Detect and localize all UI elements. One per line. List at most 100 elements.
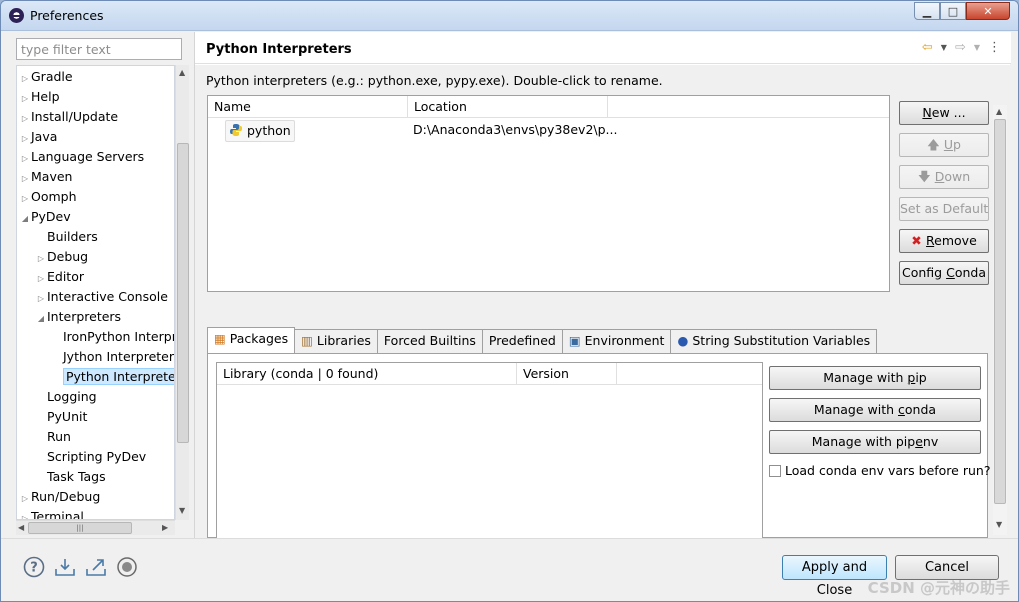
tree-item[interactable]: ▷ Install/Update xyxy=(19,107,118,127)
tree-item[interactable]: ▷ Editor xyxy=(35,267,84,287)
tree-item[interactable]: ◢ Interpreters xyxy=(35,307,121,327)
tree-item[interactable]: Builders xyxy=(35,227,98,247)
interpreter-name-cell[interactable]: python xyxy=(225,120,295,142)
remove-button[interactable]: ✖ Remove xyxy=(899,229,989,253)
tree-item[interactable]: ◢ PyDev xyxy=(19,207,71,227)
tree-item[interactable]: Python Interpreter xyxy=(51,367,174,387)
dialog-footer: ? Apply and Close Cancel CSDN @元神の助手 xyxy=(1,538,1018,601)
tree-item-label: Interpreters xyxy=(47,309,122,324)
scroll-left-icon[interactable]: ◀ xyxy=(18,523,24,532)
page-description: Python interpreters (e.g.: python.exe, p… xyxy=(206,73,663,88)
expand-icon[interactable]: ▷ xyxy=(19,489,31,509)
down-button[interactable]: 🡇 Down xyxy=(899,165,989,189)
up-button[interactable]: 🡅 Up xyxy=(899,133,989,157)
expand-icon[interactable]: ▷ xyxy=(35,289,47,309)
page-scroll-down-icon[interactable]: ▼ xyxy=(996,520,1002,529)
forward-arrow-icon[interactable]: ⇨ xyxy=(955,40,966,55)
table-row[interactable]: python xyxy=(225,120,295,142)
tree-horizontal-scrollbar[interactable]: ◀ ||| ▶ xyxy=(16,520,175,535)
column-header-location[interactable]: Location xyxy=(408,96,608,118)
tree-item[interactable]: ▷ Gradle xyxy=(19,67,73,87)
tree-item[interactable]: ▷ Maven xyxy=(19,167,73,189)
expand-icon[interactable]: ▷ xyxy=(19,69,31,89)
help-icon[interactable]: ? xyxy=(23,556,45,578)
packages-table[interactable]: Library (conda | 0 found) Version xyxy=(216,362,763,562)
collapse-icon[interactable]: ◢ xyxy=(35,309,47,329)
python-icon xyxy=(230,124,242,136)
config-conda-button[interactable]: Config Conda xyxy=(899,261,989,285)
expand-icon[interactable]: ▷ xyxy=(19,189,31,209)
tree-item[interactable]: ▷ Terminal xyxy=(19,507,84,520)
expand-icon[interactable]: ▷ xyxy=(35,269,47,289)
import-icon[interactable] xyxy=(54,556,76,578)
export-icon[interactable] xyxy=(85,556,107,578)
expand-icon[interactable]: ▷ xyxy=(19,109,31,129)
scroll-up-icon[interactable]: ▲ xyxy=(179,68,185,77)
scroll-down-icon[interactable]: ▼ xyxy=(179,506,185,515)
manage-with-conda-button[interactable]: Manage with conda xyxy=(769,398,981,422)
page-scroll-up-icon[interactable]: ▲ xyxy=(996,107,1002,116)
tree-item-label: Task Tags xyxy=(47,469,106,484)
page-vertical-scrollbar[interactable]: ▲ ▼ xyxy=(993,105,1007,535)
environment-icon: ▣ xyxy=(568,333,581,348)
expand-icon[interactable]: ▷ xyxy=(35,249,47,269)
tab-forced-builtins[interactable]: Forced Builtins xyxy=(376,329,483,353)
expand-icon[interactable]: ▷ xyxy=(19,149,31,169)
tree-item[interactable]: ▷ Language Servers xyxy=(19,147,144,167)
tree-item[interactable]: Jython Interpreter xyxy=(51,347,174,367)
expand-icon[interactable]: ▷ xyxy=(19,509,31,519)
tree-item-label: Terminal xyxy=(31,509,84,520)
column-header-version[interactable]: Version xyxy=(517,363,617,385)
set-as-default-button[interactable]: Set as Default xyxy=(899,197,989,221)
checkbox-box[interactable] xyxy=(769,465,781,477)
expand-icon[interactable]: ▷ xyxy=(19,89,31,109)
collapse-icon[interactable]: ◢ xyxy=(19,209,31,229)
tree-item[interactable]: ▷ Debug xyxy=(35,247,88,267)
back-dropdown-icon[interactable]: ▼ xyxy=(941,43,947,52)
tree-hscroll-thumb[interactable]: ||| xyxy=(28,522,132,534)
tab-libraries[interactable]: ▥ Libraries xyxy=(294,329,378,353)
tree-item-label: Python Interpreter xyxy=(63,368,174,385)
scroll-right-icon[interactable]: ▶ xyxy=(162,523,168,532)
load-conda-env-checkbox[interactable]: Load conda env vars before run? xyxy=(769,463,990,478)
minimize-button[interactable]: ▁ xyxy=(914,2,940,20)
back-arrow-icon[interactable]: ⇦ xyxy=(922,40,933,55)
window-title: Preferences xyxy=(30,8,104,23)
tree-item[interactable]: Task Tags xyxy=(35,467,106,487)
tree-item[interactable]: Logging xyxy=(35,387,97,407)
tree-item[interactable]: ▷ Interactive Console xyxy=(35,287,168,307)
tab-predefined[interactable]: Predefined xyxy=(481,329,563,353)
tree-item[interactable]: ▷ Oomph xyxy=(19,187,77,207)
tree-vertical-scrollbar[interactable]: ▲ ▼ xyxy=(175,65,189,520)
view-menu-icon[interactable]: ⋮ xyxy=(988,40,1001,55)
interpreters-table[interactable]: Name Location python D:\Anaconda3\envs\p… xyxy=(207,95,890,292)
tree-item[interactable]: PyUnit xyxy=(35,407,87,427)
forward-dropdown-icon[interactable]: ▼ xyxy=(974,43,980,52)
tree-item[interactable]: Scripting PyDev xyxy=(35,447,146,467)
filter-input[interactable]: type filter text xyxy=(16,38,182,60)
tree-item[interactable]: IronPython Interpreter xyxy=(51,327,174,347)
manage-with-pip-button[interactable]: Manage with pip xyxy=(769,366,981,390)
expand-icon[interactable]: ▷ xyxy=(19,169,31,189)
tab-environment[interactable]: ▣ Environment xyxy=(561,329,672,353)
maximize-button[interactable]: □ xyxy=(940,2,966,20)
new-interpreter-button[interactable]: New ... xyxy=(899,101,989,125)
expand-icon[interactable]: ▷ xyxy=(19,129,31,149)
tab-packages[interactable]: ▦ Packages xyxy=(207,327,296,353)
tree-item[interactable]: Run xyxy=(35,427,71,447)
tree-item[interactable]: ▷ Run/Debug xyxy=(19,487,100,507)
page-scroll-thumb[interactable] xyxy=(994,119,1006,504)
preferences-navigation: type filter text ▷ Gradle ▷ Help ▷ Install/Up… xyxy=(9,35,189,537)
manage-with-pipenv-button[interactable]: Manage with pipenv xyxy=(769,430,981,454)
column-header-filler xyxy=(608,96,889,118)
close-button[interactable]: ✕ xyxy=(966,2,1010,20)
tree-item-label: Help xyxy=(31,89,60,104)
column-header-name[interactable]: Name xyxy=(208,96,408,118)
record-icon[interactable] xyxy=(116,556,138,578)
tree-scroll-thumb[interactable] xyxy=(177,143,189,443)
title-bar: Preferences ▁ □ ✕ xyxy=(1,1,1018,31)
tree-item[interactable]: ▷ Java xyxy=(19,127,57,147)
tab-string-substitution[interactable]: ● String Substitution Variables xyxy=(670,329,878,353)
tree-item[interactable]: ▷ Help xyxy=(19,87,60,107)
column-header-library[interactable]: Library (conda | 0 found) xyxy=(217,363,517,385)
